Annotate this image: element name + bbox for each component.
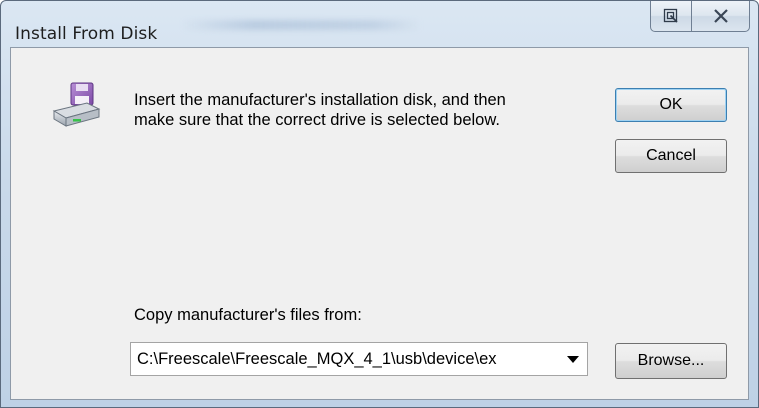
instruction-text: Insert the manufacturer's installation d… (134, 90, 564, 130)
dialog-client-area: Insert the manufacturer's installation d… (10, 47, 749, 400)
close-button[interactable] (692, 1, 750, 32)
context-help-icon (663, 8, 678, 23)
dropdown-arrow-icon[interactable] (567, 356, 579, 363)
floppy-disk-drive-icon (52, 82, 101, 127)
copy-from-combobox[interactable]: C:\Freescale\Freescale_MQX_4_1\usb\devic… (130, 342, 588, 376)
window-title: Install From Disk (15, 24, 158, 44)
title-bar[interactable]: Install From Disk (1, 1, 758, 47)
close-icon (713, 9, 728, 23)
help-button[interactable] (650, 1, 692, 32)
background-window-ghost (181, 20, 421, 30)
instruction-line-2: make sure that the correct drive is sele… (134, 111, 500, 129)
title-bar-buttons (650, 1, 750, 32)
instruction-line-1: Insert the manufacturer's installation d… (134, 91, 506, 109)
copy-from-path-value[interactable]: C:\Freescale\Freescale_MQX_4_1\usb\devic… (137, 350, 555, 369)
copy-from-label: Copy manufacturer's files from: (134, 306, 362, 324)
browse-button[interactable]: Browse... (615, 343, 727, 379)
ok-button[interactable]: OK (615, 88, 727, 122)
cancel-button[interactable]: Cancel (615, 139, 727, 173)
install-from-disk-window: Install From Disk Insert the manufacture… (0, 0, 759, 408)
